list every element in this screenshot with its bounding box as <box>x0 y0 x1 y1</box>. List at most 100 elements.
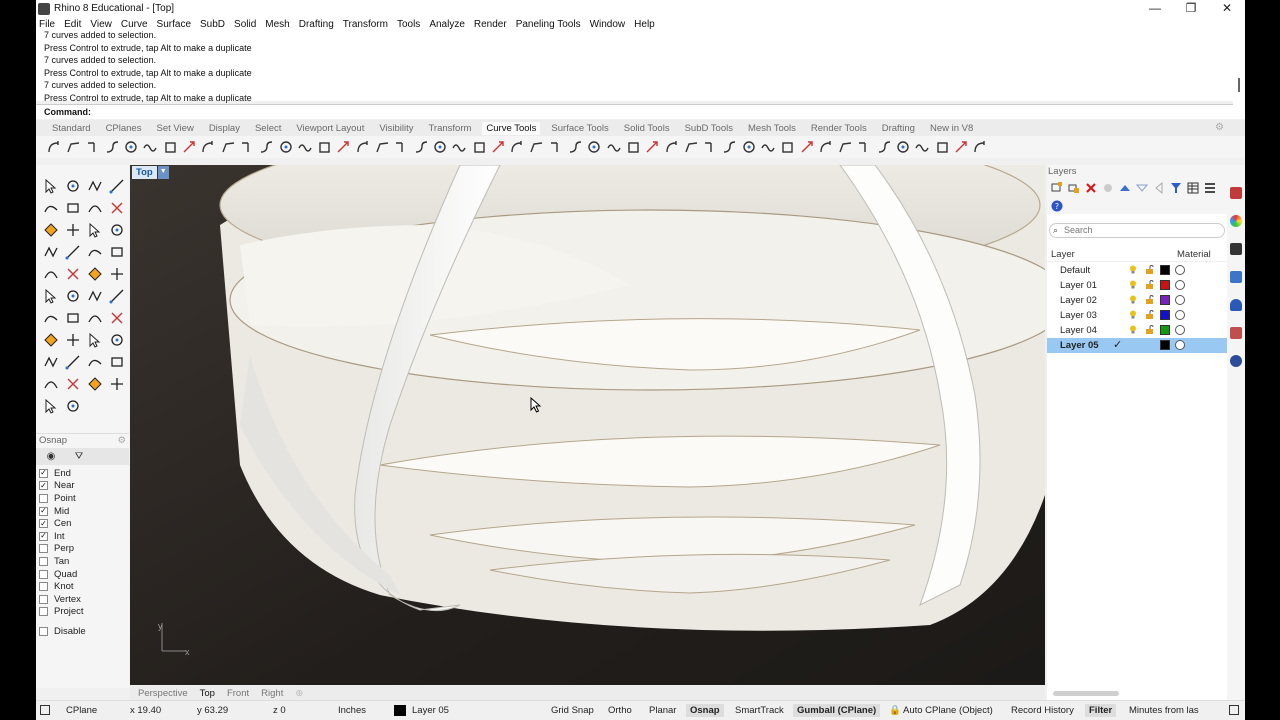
properties-tool-icon[interactable] <box>106 373 128 395</box>
checkbox[interactable] <box>39 493 48 503</box>
checkbox[interactable]: ✓ <box>39 468 48 478</box>
osnap-vertex[interactable]: Vertex <box>39 593 129 606</box>
maximize-button[interactable]: ❐ <box>1173 0 1209 17</box>
status-grid-snap[interactable]: Grid Snap <box>551 705 594 716</box>
layers-horizontal-scrollbar[interactable] <box>1053 691 1119 696</box>
checkbox[interactable] <box>39 544 48 554</box>
display-icon[interactable] <box>1230 243 1242 255</box>
checkbox[interactable] <box>39 569 48 579</box>
material-icon[interactable] <box>1175 310 1185 320</box>
material-icon[interactable] <box>1175 340 1185 350</box>
minimize-button[interactable]: — <box>1137 0 1173 17</box>
panel-toggle-right-icon[interactable] <box>1229 705 1239 715</box>
mirror-tool-icon[interactable] <box>40 329 62 351</box>
help-panel-icon[interactable] <box>1230 271 1242 283</box>
polygon-tool-icon[interactable] <box>84 219 106 241</box>
gear-icon[interactable]: ⚙ <box>1215 122 1224 133</box>
tab-render-tools[interactable]: Render Tools <box>811 123 867 134</box>
status-units[interactable]: Inches <box>338 705 366 716</box>
remove-knot-icon[interactable] <box>953 139 970 156</box>
pull-icon[interactable] <box>471 139 488 156</box>
curve-seam-icon[interactable] <box>876 139 893 156</box>
explode-icon[interactable] <box>625 139 642 156</box>
status-smarttrack[interactable]: SmartTrack <box>735 705 784 716</box>
command-line[interactable]: Command: <box>36 104 1233 119</box>
osnap-near[interactable]: ✓ Near <box>39 480 129 493</box>
tab-mesh-tools[interactable]: Mesh Tools <box>748 123 796 134</box>
match-icon[interactable] <box>142 139 159 156</box>
select-tool-icon[interactable] <box>40 175 62 197</box>
trim-tool-icon[interactable] <box>84 263 106 285</box>
join-icon[interactable] <box>606 139 623 156</box>
fit-icon[interactable] <box>355 139 372 156</box>
smooth-icon[interactable] <box>393 139 410 156</box>
boolean-tool-icon[interactable] <box>84 329 106 351</box>
sub-curve-icon[interactable] <box>278 139 295 156</box>
status-cplane[interactable]: CPlane <box>66 705 97 716</box>
osnap-disable[interactable]: Disable <box>39 625 129 638</box>
layer-name[interactable]: Layer 04 <box>1060 325 1097 336</box>
checkbox[interactable] <box>39 556 48 566</box>
subd-tool-icon[interactable] <box>62 373 84 395</box>
tab-visibility[interactable]: Visibility <box>379 123 413 134</box>
move-down-icon[interactable] <box>1135 181 1149 195</box>
point-tool-icon[interactable] <box>62 175 84 197</box>
move-up-icon[interactable] <box>1118 181 1132 195</box>
insert-kink-icon[interactable] <box>914 139 931 156</box>
insert-knot-icon[interactable] <box>934 139 951 156</box>
change-degree-icon[interactable] <box>895 139 912 156</box>
fit-curve-icon[interactable] <box>258 139 275 156</box>
material-icon[interactable] <box>1175 295 1185 305</box>
osnap-point[interactable]: Point <box>39 492 129 505</box>
column-material[interactable]: Material <box>1177 249 1211 260</box>
rebuild-2-icon[interactable] <box>741 139 758 156</box>
simplify-icon[interactable] <box>432 139 449 156</box>
fillet-icon[interactable] <box>46 139 63 156</box>
dimension-tool-icon[interactable] <box>62 241 84 263</box>
layer-name[interactable]: Default <box>1060 265 1090 276</box>
osnap-mid[interactable]: ✓ Mid <box>39 505 129 518</box>
unlock-icon[interactable] <box>1145 325 1154 334</box>
material-icon[interactable] <box>1175 265 1185 275</box>
column-layer[interactable]: Layer <box>1051 249 1075 260</box>
arc-tool-icon[interactable] <box>106 197 128 219</box>
help-icon[interactable]: ? <box>1050 199 1064 213</box>
top-viewport[interactable]: Top ▼ y x <box>130 165 1045 685</box>
columns-icon[interactable] <box>1186 181 1200 195</box>
status-layer[interactable]: Layer 05 <box>412 705 449 716</box>
material-icon[interactable] <box>1175 280 1185 290</box>
tab-curve-tools[interactable]: Curve Tools <box>482 121 541 135</box>
gear-icon[interactable]: ⚙ <box>117 434 126 448</box>
viewport-tab-top[interactable]: Top <box>200 688 215 699</box>
tab-new-in-v8[interactable]: New in V8 <box>930 123 973 134</box>
rebuild-nonuniform-icon[interactable] <box>316 139 333 156</box>
unlock-icon[interactable] <box>1145 310 1154 319</box>
checkbox[interactable]: ✓ <box>39 506 48 516</box>
lightbulb-icon[interactable] <box>1129 325 1137 334</box>
polyline-select-tool-icon[interactable] <box>84 175 106 197</box>
convert-icon[interactable] <box>683 139 700 156</box>
close-button[interactable]: ✕ <box>1209 0 1245 17</box>
delete-icon[interactable] <box>1084 181 1098 195</box>
osnap-perp[interactable]: Perp <box>39 543 129 556</box>
move-tool-icon[interactable] <box>40 307 62 329</box>
tab-drafting[interactable]: Drafting <box>882 123 915 134</box>
layer-color-swatch[interactable] <box>1160 265 1170 275</box>
curve-tool-icon[interactable] <box>40 197 62 219</box>
tab-subd-tools[interactable]: SubD Tools <box>685 123 733 134</box>
curve-boolean-icon[interactable] <box>837 139 854 156</box>
sort-icon[interactable] <box>818 139 835 156</box>
adjustable-blend-icon[interactable] <box>123 139 140 156</box>
extend-line-icon[interactable] <box>528 139 545 156</box>
line-tool-icon[interactable] <box>106 175 128 197</box>
target-icon[interactable]: ◉ <box>42 450 60 463</box>
osnap-tan[interactable]: Tan <box>39 555 129 568</box>
extend-arc-icon[interactable] <box>509 139 526 156</box>
unlock-icon[interactable] <box>1145 280 1154 289</box>
layer-name[interactable]: Layer 05 <box>1060 340 1099 351</box>
lightbulb-icon[interactable] <box>1129 265 1137 274</box>
layer-row[interactable]: Layer 05 ✓ <box>1047 338 1227 353</box>
extrude-tool-icon[interactable] <box>40 351 62 373</box>
block-tool-icon[interactable] <box>106 241 128 263</box>
osnap-end[interactable]: ✓ End <box>39 467 129 480</box>
